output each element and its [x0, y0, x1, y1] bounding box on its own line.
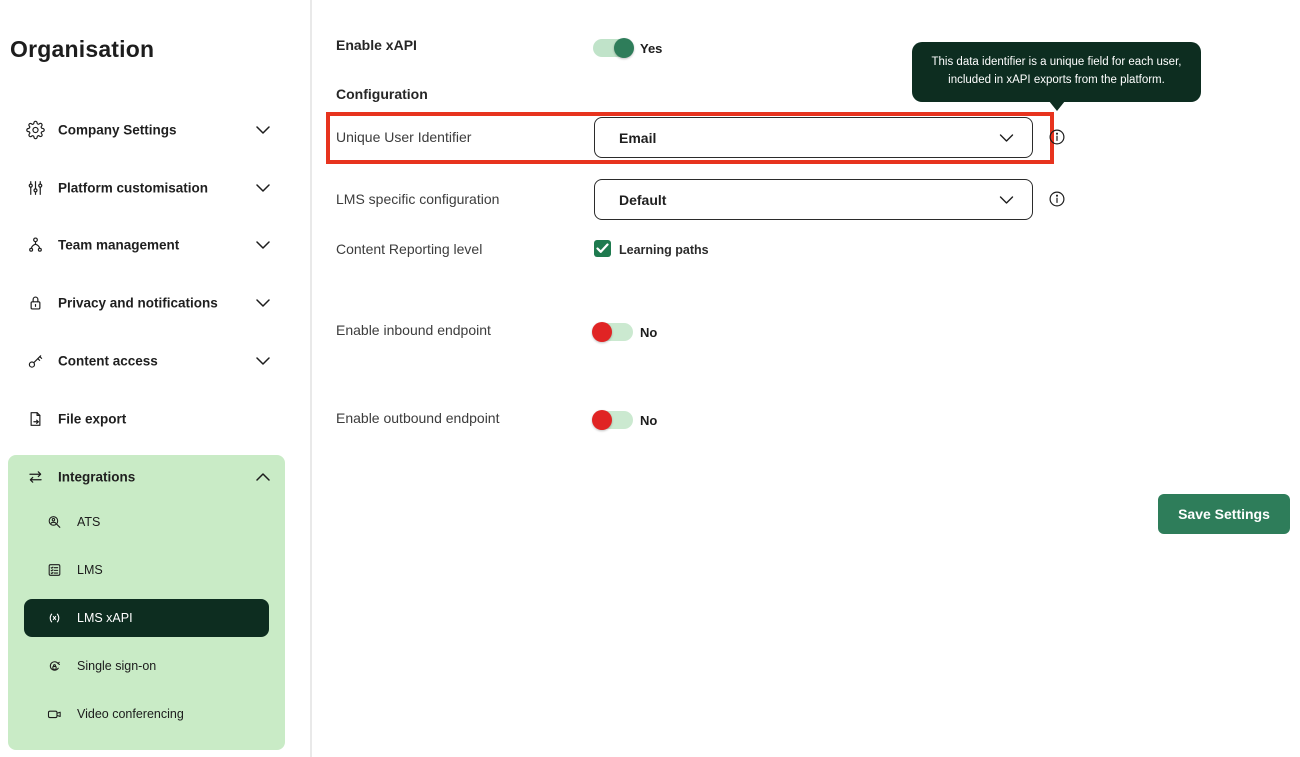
- sidebar-item-team-management[interactable]: Team management: [0, 225, 310, 265]
- enable-xapi-label: Enable xAPI: [336, 37, 417, 53]
- unique-user-identifier-label: Unique User Identifier: [336, 129, 471, 145]
- sidebar-item-integrations[interactable]: Integrations: [0, 457, 310, 497]
- sidebar-item-label: Content access: [58, 354, 158, 369]
- enable-xapi-state: Yes: [640, 41, 662, 56]
- settings-page: Organisation Company Settings Platform c…: [0, 0, 1300, 757]
- sidebar-item-label: Platform customisation: [58, 181, 208, 196]
- sidebar-subitem-label: LMS: [77, 563, 103, 577]
- chevron-down-icon: [256, 241, 270, 250]
- sidebar-subitem-label: Single sign-on: [77, 659, 156, 673]
- page-title: Organisation: [10, 36, 154, 63]
- sidebar-subitem-single-sign-on[interactable]: Single sign-on: [8, 647, 285, 685]
- main-panel: Enable xAPI Yes Configuration This data …: [312, 0, 1300, 757]
- sidebar-item-label: Integrations: [58, 470, 135, 485]
- sidebar-item-content-access[interactable]: Content access: [0, 341, 310, 381]
- xapi-parens-icon: [46, 610, 63, 627]
- sidebar-subitem-label: Video conferencing: [77, 707, 184, 721]
- sidebar-item-label: Privacy and notifications: [58, 296, 218, 311]
- sliders-icon: [26, 179, 45, 198]
- learning-paths-label: Learning paths: [619, 243, 709, 257]
- sidebar-subitem-video-conferencing[interactable]: Video conferencing: [8, 695, 285, 733]
- sidebar-subitem-label: ATS: [77, 515, 100, 529]
- info-icon[interactable]: [1048, 190, 1066, 208]
- sidebar-item-company-settings[interactable]: Company Settings: [0, 110, 310, 150]
- checkmark-icon: [596, 243, 609, 254]
- info-icon[interactable]: [1048, 128, 1066, 146]
- sidebar-subitem-label: LMS xAPI: [77, 611, 133, 625]
- toggle-knob: [614, 38, 634, 58]
- integrations-arrows-icon: [26, 468, 45, 487]
- chevron-down-icon: [256, 184, 270, 193]
- enable-xapi-toggle[interactable]: [593, 39, 633, 57]
- learning-paths-checkbox[interactable]: [594, 240, 611, 257]
- tooltip: This data identifier is a unique field f…: [912, 42, 1201, 102]
- unique-user-identifier-dropdown[interactable]: Email: [594, 117, 1033, 158]
- enable-inbound-endpoint-label: Enable inbound endpoint: [336, 322, 491, 338]
- enable-outbound-endpoint-state: No: [640, 413, 657, 428]
- sidebar-item-privacy-notifications[interactable]: Privacy and notifications: [0, 283, 310, 323]
- team-hierarchy-icon: [26, 236, 45, 255]
- sidebar-item-file-export[interactable]: File export: [0, 399, 310, 439]
- toggle-knob: [592, 322, 612, 342]
- video-camera-icon: [46, 706, 63, 723]
- toggle-knob: [592, 410, 612, 430]
- chevron-down-icon: [999, 133, 1014, 142]
- chevron-up-icon: [256, 473, 270, 482]
- dropdown-value: Email: [619, 130, 656, 146]
- key-icon: [26, 352, 45, 371]
- gear-icon: [26, 121, 45, 140]
- chevron-down-icon: [256, 357, 270, 366]
- content-reporting-level-label: Content Reporting level: [336, 241, 482, 257]
- file-export-icon: [26, 410, 45, 429]
- sidebar-subitem-lms[interactable]: LMS: [8, 551, 285, 589]
- search-person-icon: [46, 514, 63, 531]
- enable-outbound-endpoint-label: Enable outbound endpoint: [336, 410, 499, 426]
- enable-inbound-endpoint-toggle[interactable]: [593, 323, 633, 341]
- checklist-icon: [46, 562, 63, 579]
- lock-icon: [26, 294, 45, 313]
- enable-outbound-endpoint-toggle[interactable]: [593, 411, 633, 429]
- lms-specific-configuration-label: LMS specific configuration: [336, 191, 499, 207]
- sidebar-item-label: Team management: [58, 238, 179, 253]
- sidebar-item-label: File export: [58, 412, 126, 427]
- chevron-down-icon: [256, 126, 270, 135]
- configuration-heading: Configuration: [336, 86, 428, 102]
- dropdown-value: Default: [619, 192, 666, 208]
- sidebar-subitem-lms-xapi[interactable]: LMS xAPI: [24, 599, 269, 637]
- sidebar: Organisation Company Settings Platform c…: [0, 0, 310, 757]
- save-settings-button[interactable]: Save Settings: [1158, 494, 1290, 534]
- chevron-down-icon: [256, 299, 270, 308]
- sso-person-lock-icon: [46, 658, 63, 675]
- enable-inbound-endpoint-state: No: [640, 325, 657, 340]
- sidebar-subitem-ats[interactable]: ATS: [8, 503, 285, 541]
- sidebar-item-platform-customisation[interactable]: Platform customisation: [0, 168, 310, 208]
- sidebar-item-label: Company Settings: [58, 123, 177, 138]
- lms-specific-configuration-dropdown[interactable]: Default: [594, 179, 1033, 220]
- chevron-down-icon: [999, 195, 1014, 204]
